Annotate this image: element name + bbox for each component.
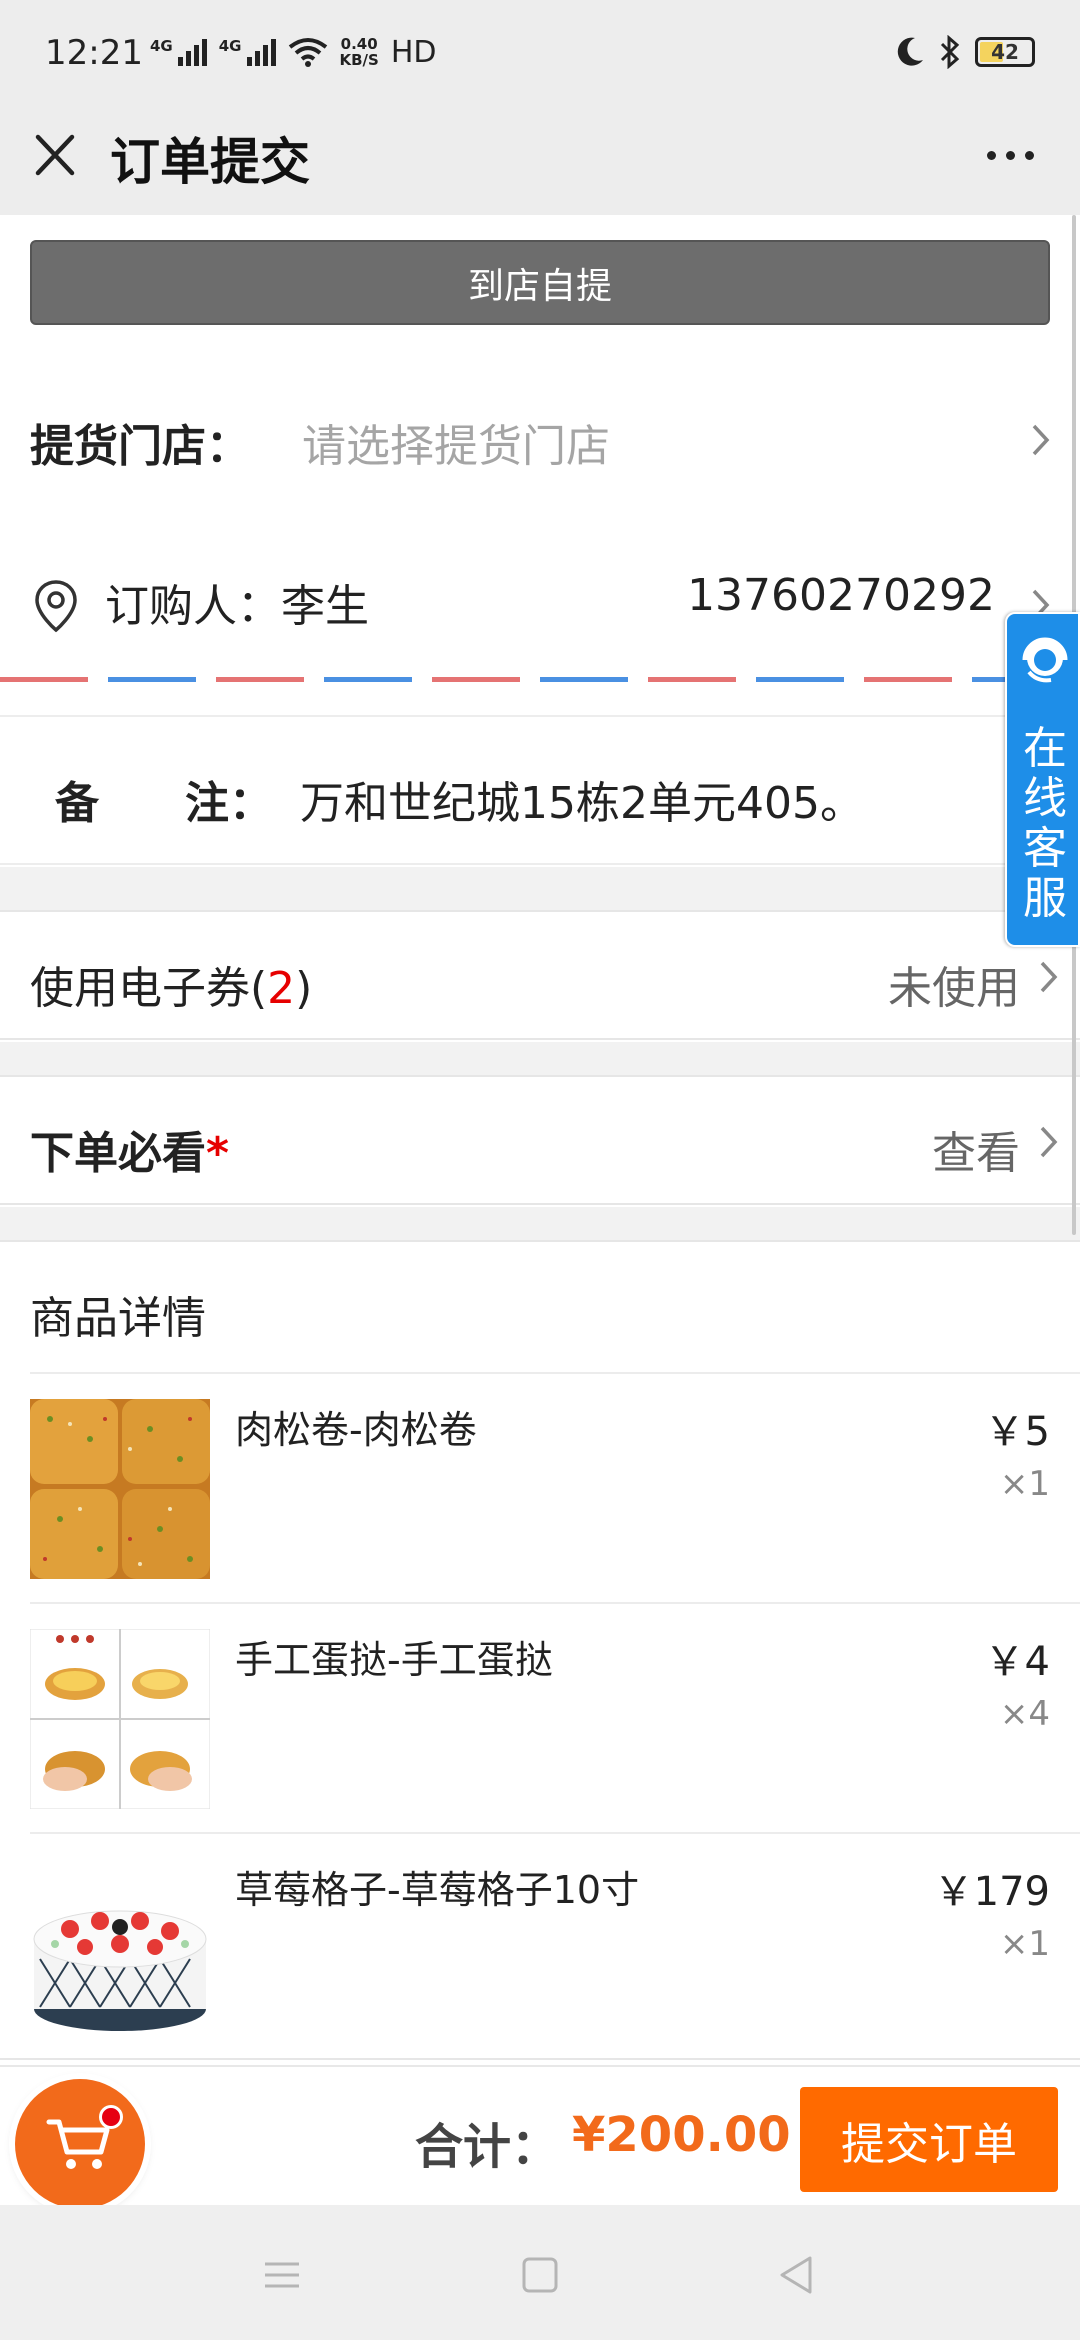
product-name: 手工蛋挞-手工蛋挞: [235, 1638, 553, 1682]
address-stripe-divider: [0, 677, 1080, 683]
pickup-store-placeholder: 请选择提货门店: [302, 421, 610, 472]
product-item[interactable]: 肉松卷-肉松卷 ￥5 ×1: [0, 1374, 1080, 1604]
buyer-row[interactable]: 订购人：李生 13760270292: [0, 525, 1080, 665]
page-title: 订单提交: [110, 133, 310, 191]
section-gap: [0, 1042, 1080, 1075]
coupon-label: 使用电子券(2): [30, 963, 313, 1014]
coupon-status: 未使用: [888, 963, 1020, 1014]
battery-level: 42: [991, 40, 1019, 64]
online-service-label: 在线客服: [1023, 723, 1067, 924]
product-item[interactable]: 草莓格子-草莓格子10寸 ￥179 ×1: [0, 1834, 1080, 2064]
location-pin-icon: [35, 580, 77, 633]
total-amount: ¥200.00: [572, 2107, 791, 2163]
status-indicators: 4G 4G 0.40 KB/S HD: [150, 32, 437, 72]
remark-label-part2: 注：: [185, 778, 273, 829]
net-speed-value: 0.40: [340, 35, 378, 53]
product-item[interactable]: 手工蛋挞-手工蛋挞 ￥4 ×4: [0, 1604, 1080, 1834]
product-details: 商品详情 肉松卷-肉松卷 ￥5 ×1 手工蛋挞-手工蛋挞 ￥4 ×4 草莓格子-…: [0, 1240, 1080, 2060]
remark-row[interactable]: 备 注： 万和世纪城15栋2单元405。: [0, 715, 1080, 865]
remark-label-part1: 备: [55, 778, 99, 829]
buyer-label: 订购人：李生: [105, 581, 369, 632]
section-gap: [0, 1207, 1080, 1240]
back-icon[interactable]: [772, 2250, 822, 2300]
bluetooth-icon: [940, 35, 960, 69]
cart-button[interactable]: [15, 2079, 145, 2209]
signal-1-icon: 4G: [150, 36, 207, 66]
required-mark: *: [206, 1128, 230, 1179]
store-pickup-button[interactable]: 到店自提: [30, 240, 1050, 325]
pickup-store-row[interactable]: 提货门店： 请选择提货门店: [0, 365, 1080, 500]
order-form: 到店自提 提货门店： 请选择提货门店 订购人：李生 13760270292 备 …: [0, 215, 1080, 2065]
chevron-right-icon: [1032, 424, 1050, 456]
chevron-right-icon: [1040, 1126, 1058, 1158]
order-notice-view: 查看: [932, 1128, 1020, 1179]
product-price: ￥4: [984, 1639, 1050, 1685]
product-image-egg-tart: [30, 1629, 210, 1809]
remark-value[interactable]: 万和世纪城15栋2单元405。: [300, 767, 864, 831]
product-name: 肉松卷-肉松卷: [235, 1408, 477, 1452]
order-notice-label: 下单必看*: [30, 1128, 230, 1179]
network-type-1: 4G: [150, 36, 173, 55]
checkout-bar: 合计： ¥200.00 提交订单: [0, 2065, 1080, 2209]
total-label: 合计：: [415, 2119, 560, 2175]
pickup-store-label: 提货门店：: [30, 421, 250, 472]
status-time: 12:21: [45, 33, 143, 73]
wifi-icon: [288, 38, 327, 67]
title-bar: 订单提交: [0, 105, 1080, 215]
more-options-icon[interactable]: [980, 140, 1040, 170]
product-name: 草莓格子-草莓格子10寸: [235, 1868, 640, 1912]
online-service-tab[interactable]: 在线客服: [1005, 612, 1080, 947]
close-icon[interactable]: [32, 127, 78, 183]
menu-icon[interactable]: [257, 2250, 307, 2300]
headset-icon: [1022, 637, 1068, 683]
order-notice-row[interactable]: 下单必看* 查看: [0, 1075, 1080, 1205]
product-qty: ×4: [999, 1694, 1050, 1734]
battery-icon: 42: [975, 37, 1035, 67]
system-nav-bar: [0, 2205, 1080, 2340]
hd-indicator: HD: [390, 34, 437, 70]
product-qty: ×1: [999, 1924, 1050, 1964]
status-bar: 12:21 4G 4G 0.40 KB/S HD 42: [0, 0, 1080, 105]
product-price: ￥5: [984, 1409, 1050, 1455]
net-speed-unit: KB/S: [339, 51, 379, 69]
chevron-right-icon: [1040, 961, 1058, 993]
status-right: 42: [895, 30, 1035, 74]
buyer-phone: 13760270292: [687, 570, 995, 621]
coupon-row[interactable]: 使用电子券(2) 未使用: [0, 910, 1080, 1040]
signal-2-icon: 4G: [218, 36, 276, 66]
section-gap: [0, 867, 1080, 910]
cart-badge: [99, 2105, 123, 2129]
coupon-count: 2: [267, 963, 296, 1014]
product-price: ￥179: [933, 1869, 1050, 1915]
moon-icon: [897, 37, 923, 66]
submit-order-button[interactable]: 提交订单: [800, 2087, 1058, 2192]
product-image-pork-floss-roll: [30, 1399, 210, 1579]
net-speed: 0.40 KB/S: [340, 36, 379, 68]
home-icon[interactable]: [515, 2250, 565, 2300]
network-type-2: 4G: [218, 36, 242, 55]
product-details-header: 商品详情: [30, 1293, 206, 1344]
product-image-strawberry-cake: [30, 1859, 210, 2039]
product-qty: ×1: [999, 1464, 1050, 1504]
